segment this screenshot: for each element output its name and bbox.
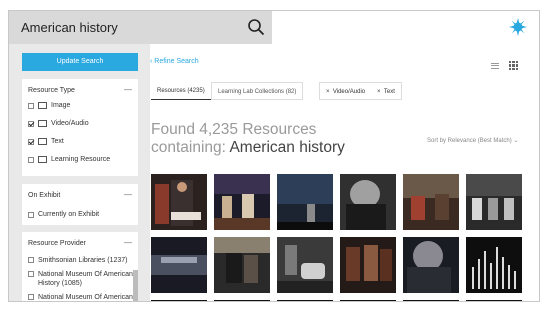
result-thumbnail[interactable] xyxy=(340,174,396,230)
collapse-icon[interactable]: — xyxy=(124,190,132,199)
filter-sidebar: Update Search Resource Type — Image Vide… xyxy=(9,44,150,301)
facet-label: Video/Audio xyxy=(51,120,89,127)
sort-label: Sort by Relevance (Best Match) xyxy=(427,138,512,144)
result-thumbnail[interactable] xyxy=(403,174,459,230)
facet-currently-on-exhibit[interactable]: Currently on Exhibit xyxy=(28,211,99,218)
results-count: Found 4,235 Resources xyxy=(151,121,317,138)
result-thumbnail[interactable] xyxy=(151,174,207,230)
resource-type-heading: Resource Type xyxy=(28,87,75,94)
on-exhibit-panel: On Exhibit — Currently on Exhibit xyxy=(22,184,138,225)
facet-image[interactable]: Image xyxy=(28,102,70,109)
results-heading: Found 4,235 Resources containing: Americ… xyxy=(151,121,345,157)
facet-label: Text xyxy=(51,138,64,145)
chip-label: Video/Audio xyxy=(332,89,366,95)
chip-label: Text xyxy=(383,89,395,95)
facet-label: Learning Resource xyxy=(51,156,111,163)
result-thumbnail[interactable] xyxy=(214,237,270,293)
collapse-icon[interactable]: — xyxy=(124,238,132,247)
facet-label: Currently on Exhibit xyxy=(38,211,100,218)
tab-resources[interactable]: Resources (4235) xyxy=(151,82,211,100)
checkbox[interactable] xyxy=(28,211,34,218)
refine-search-link[interactable]: ‹ Refine Search xyxy=(150,58,199,65)
refine-search-label: Refine Search xyxy=(154,58,199,65)
facet-text[interactable]: Text xyxy=(28,138,64,145)
facet-label[interactable]: National Museum Of American History, Ken… xyxy=(38,293,134,301)
result-thumbnail[interactable] xyxy=(214,300,270,301)
on-exhibit-heading: On Exhibit xyxy=(28,192,61,199)
remove-icon[interactable]: × xyxy=(326,89,330,95)
checkbox[interactable] xyxy=(28,257,34,263)
book-icon xyxy=(38,156,47,163)
update-search-button[interactable]: Update Search xyxy=(22,53,138,71)
result-thumbnail[interactable] xyxy=(214,174,270,230)
result-thumbnail[interactable] xyxy=(340,237,396,293)
search-input[interactable]: American history xyxy=(21,20,118,35)
checkbox[interactable] xyxy=(28,138,34,145)
checkbox[interactable] xyxy=(28,271,34,277)
filter-chip-video-audio[interactable]: × Video/Audio xyxy=(319,82,373,100)
results-prefix: containing: xyxy=(151,139,230,156)
checkbox[interactable] xyxy=(28,120,34,127)
app-window: American history Update Search Resource … xyxy=(8,10,540,302)
result-thumbnail[interactable] xyxy=(403,300,459,301)
video-icon xyxy=(38,120,47,127)
facet-label: Image xyxy=(51,102,71,109)
result-thumbnail[interactable] xyxy=(277,237,333,293)
sidebar-scrollbar[interactable] xyxy=(133,270,138,301)
result-thumbnail[interactable] xyxy=(403,237,459,293)
checkbox[interactable] xyxy=(28,156,34,163)
list-view-icon[interactable] xyxy=(491,63,499,69)
result-thumbnail[interactable] xyxy=(340,300,396,301)
result-thumbnail[interactable] xyxy=(277,300,333,301)
result-thumbnail[interactable] xyxy=(277,174,333,230)
smithsonian-sunburst-logo[interactable] xyxy=(509,18,527,36)
facet-label[interactable]: Smithsonian Libraries (1237) xyxy=(38,256,134,265)
result-thumbnail[interactable] xyxy=(466,174,522,230)
text-icon xyxy=(38,138,47,145)
result-thumbnail[interactable] xyxy=(151,237,207,293)
grid-view-icon[interactable] xyxy=(509,61,518,70)
facet-label[interactable]: National Museum Of American History (108… xyxy=(38,270,134,288)
result-thumbnail[interactable] xyxy=(466,237,522,293)
search-bar[interactable]: American history xyxy=(9,11,272,44)
result-thumbnail[interactable] xyxy=(466,300,522,301)
resource-provider-heading: Resource Provider xyxy=(28,240,86,247)
checkbox[interactable] xyxy=(28,102,34,109)
facet-learning-resource[interactable]: Learning Resource xyxy=(28,156,110,163)
tab-learning-lab-collections[interactable]: Learning Lab Collections (82) xyxy=(211,82,304,100)
collapse-icon[interactable]: — xyxy=(124,85,132,94)
chevron-down-icon: ⌄ xyxy=(513,138,519,144)
image-icon xyxy=(38,102,47,109)
result-thumbnail[interactable] xyxy=(151,300,207,301)
facet-video-audio[interactable]: Video/Audio xyxy=(28,120,89,127)
resource-type-panel: Resource Type — Image Video/Audio Text L… xyxy=(22,79,138,176)
sort-dropdown[interactable]: Sort by Relevance (Best Match) ⌄ xyxy=(427,137,518,144)
search-icon[interactable] xyxy=(247,18,265,36)
results-query: American history xyxy=(229,139,345,156)
checkbox[interactable] xyxy=(28,294,34,300)
resource-provider-panel: Resource Provider — Smithsonian Librarie… xyxy=(22,232,138,301)
filter-chip-text[interactable]: × Text xyxy=(371,82,402,100)
remove-icon[interactable]: × xyxy=(377,89,381,95)
